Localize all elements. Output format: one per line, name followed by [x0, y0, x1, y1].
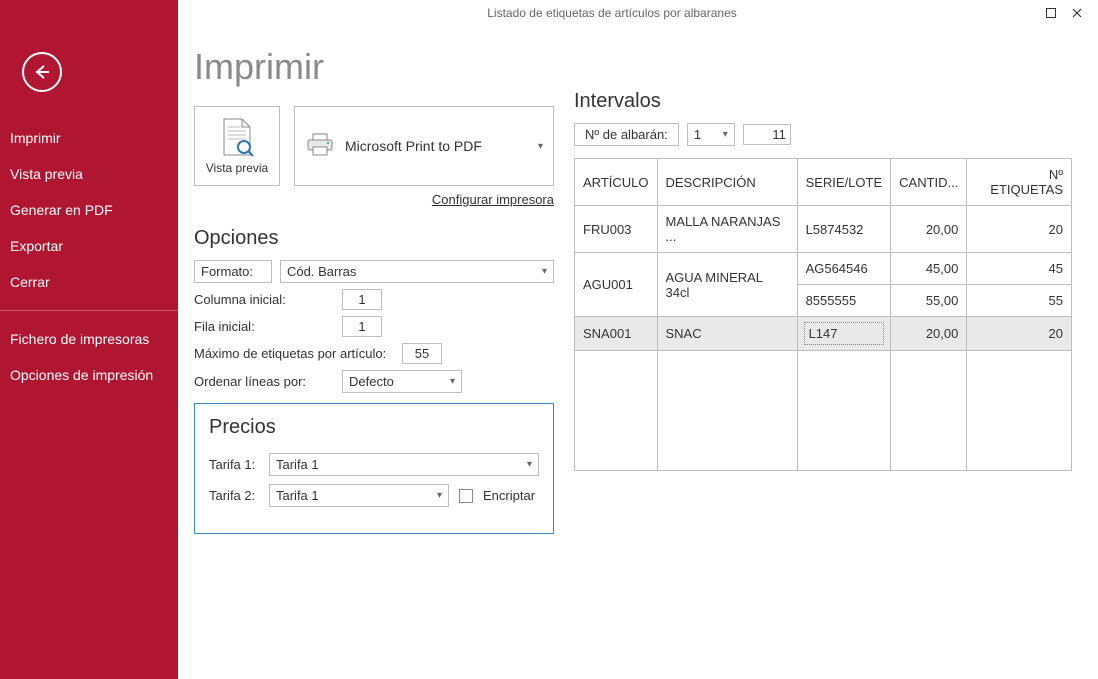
- cell-descripcion: SNAC: [657, 317, 797, 351]
- chevron-down-icon: ▾: [542, 266, 547, 277]
- table-row[interactable]: FRU003MALLA NARANJAS ...L587453220,0020: [575, 206, 1072, 253]
- close-button[interactable]: [1064, 4, 1090, 22]
- vista-previa-button[interactable]: Vista previa: [194, 106, 280, 186]
- fila-inicial-label: Fila inicial:: [194, 319, 334, 334]
- tarifa1-select[interactable]: Tarifa 1 ▾: [269, 453, 539, 476]
- sidebar-item[interactable]: Generar en PDF: [0, 192, 178, 228]
- chevron-down-icon: ▾: [437, 490, 442, 501]
- chevron-down-icon: ▾: [723, 129, 728, 140]
- configurar-impresora-link[interactable]: Configurar impresora: [194, 192, 554, 207]
- cell-serie[interactable]: L147: [797, 317, 891, 351]
- maximize-icon: [1046, 8, 1056, 18]
- table-row[interactable]: SNA001SNACL14720,0020: [575, 317, 1072, 351]
- cell-articulo: AGU001: [575, 253, 658, 317]
- titlebar: Listado de etiquetas de artículos por al…: [178, 0, 1098, 26]
- cell-n-etiquetas: 45: [967, 253, 1072, 285]
- cell-cantidad: 20,00: [891, 317, 967, 351]
- n-albaran-select[interactable]: Nº de albarán:: [574, 123, 679, 146]
- maximize-button[interactable]: [1038, 4, 1064, 22]
- sidebar-item[interactable]: Imprimir: [0, 120, 178, 156]
- document-preview-icon: [220, 117, 254, 157]
- column-header[interactable]: Nº ETIQUETAS: [967, 159, 1072, 206]
- chevron-down-icon: ▾: [527, 459, 532, 470]
- tarifa2-label: Tarifa 2:: [209, 488, 259, 503]
- close-icon: [1072, 8, 1082, 18]
- sidebar: ImprimirVista previaGenerar en PDFExport…: [0, 0, 178, 679]
- ordenar-select[interactable]: Defecto ▾: [342, 370, 462, 393]
- sidebar-item[interactable]: Fichero de impresoras: [0, 321, 178, 357]
- main-content: Listado de etiquetas de artículos por al…: [178, 0, 1098, 679]
- back-button[interactable]: [22, 52, 62, 92]
- cell-articulo: SNA001: [575, 317, 658, 351]
- cell-cantidad: 55,00: [891, 285, 967, 317]
- sidebar-separator: [0, 310, 178, 311]
- chevron-down-icon: ▾: [450, 376, 455, 387]
- cell-n-etiquetas: 20: [967, 206, 1072, 253]
- vista-previa-label: Vista previa: [206, 161, 268, 175]
- cell-articulo: FRU003: [575, 206, 658, 253]
- cell-n-etiquetas: 20: [967, 317, 1072, 351]
- column-header[interactable]: DESCRIPCIÓN: [657, 159, 797, 206]
- sidebar-item[interactable]: Opciones de impresión: [0, 357, 178, 393]
- cell-cantidad: 45,00: [891, 253, 967, 285]
- fila-inicial-input[interactable]: 1: [342, 316, 382, 337]
- printer-icon: [305, 132, 335, 161]
- cell-serie[interactable]: AG564546: [797, 253, 891, 285]
- n-albaran-to[interactable]: 11: [743, 124, 791, 145]
- printer-selector[interactable]: Microsoft Print to PDF ▾: [294, 106, 554, 186]
- opciones-heading: Opciones: [194, 227, 554, 250]
- encriptar-label: Encriptar: [483, 488, 535, 503]
- sidebar-item[interactable]: Exportar: [0, 228, 178, 264]
- formato-select[interactable]: Cód. Barras ▾: [280, 260, 554, 283]
- table-row-empty: [575, 351, 1072, 471]
- intervalos-heading: Intervalos: [574, 90, 1072, 113]
- cell-serie[interactable]: L5874532: [797, 206, 891, 253]
- encriptar-checkbox[interactable]: [459, 489, 473, 503]
- page-title: Imprimir: [194, 46, 554, 88]
- column-header[interactable]: SERIE/LOTE: [797, 159, 891, 206]
- columna-inicial-label: Columna inicial:: [194, 292, 334, 307]
- chevron-down-icon: ▾: [538, 141, 543, 152]
- cell-descripcion: MALLA NARANJAS ...: [657, 206, 797, 253]
- articulos-table: ARTÍCULODESCRIPCIÓNSERIE/LOTECANTID...Nº…: [574, 158, 1072, 471]
- formato-label: Formato:: [194, 260, 272, 283]
- cell-serie[interactable]: 8555555: [797, 285, 891, 317]
- sidebar-item[interactable]: Vista previa: [0, 156, 178, 192]
- arrow-left-icon: [32, 62, 52, 82]
- column-header[interactable]: CANTID...: [891, 159, 967, 206]
- window-title: Listado de etiquetas de artículos por al…: [186, 6, 1038, 20]
- tarifa1-label: Tarifa 1:: [209, 457, 259, 472]
- sidebar-item[interactable]: Cerrar: [0, 264, 178, 300]
- cell-n-etiquetas: 55: [967, 285, 1072, 317]
- printer-name: Microsoft Print to PDF: [345, 138, 482, 154]
- max-etiquetas-input[interactable]: 55: [402, 343, 442, 364]
- max-etiquetas-label: Máximo de etiquetas por artículo:: [194, 346, 394, 361]
- precios-heading: Precios: [209, 416, 539, 439]
- cell-descripcion: AGUA MINERAL 34cl: [657, 253, 797, 317]
- columna-inicial-input[interactable]: 1: [342, 289, 382, 310]
- column-header[interactable]: ARTÍCULO: [575, 159, 658, 206]
- n-albaran-from[interactable]: 1 ▾: [687, 123, 735, 146]
- precios-section: Precios Tarifa 1: Tarifa 1 ▾ Tarifa 2: T…: [194, 403, 554, 534]
- table-row[interactable]: AGU001AGUA MINERAL 34clAG56454645,0045: [575, 253, 1072, 285]
- ordenar-label: Ordenar líneas por:: [194, 374, 334, 389]
- cell-cantidad: 20,00: [891, 206, 967, 253]
- tarifa2-select[interactable]: Tarifa 1 ▾: [269, 484, 449, 507]
